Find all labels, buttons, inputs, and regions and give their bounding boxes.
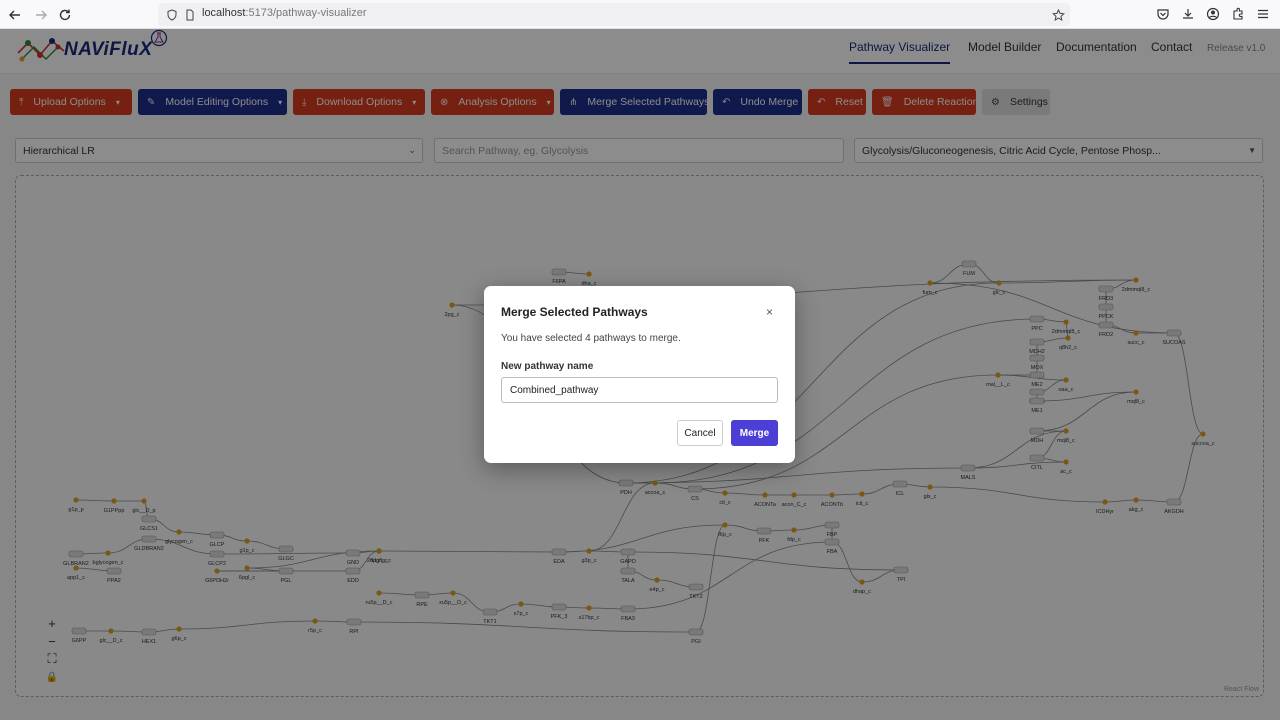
cancel-button[interactable]: Cancel (677, 420, 723, 446)
forward-icon[interactable] (30, 4, 52, 26)
dialog-title: Merge Selected Pathways (501, 305, 648, 319)
pocket-icon[interactable] (1154, 5, 1172, 23)
reload-icon[interactable] (54, 4, 76, 26)
page-icon[interactable] (182, 7, 198, 23)
url-text: localhost:5173/pathway-visualizer (202, 7, 367, 19)
pathway-name-label: New pathway name (501, 361, 594, 372)
browser-toolbar: localhost:5173/pathway-visualizer (0, 0, 1280, 29)
download-icon[interactable] (1179, 5, 1197, 23)
pathway-name-input[interactable] (501, 377, 778, 403)
dialog-description: You have selected 4 pathways to merge. (501, 333, 681, 344)
account-icon[interactable] (1204, 5, 1222, 23)
extensions-icon[interactable] (1229, 5, 1247, 23)
bookmark-star-icon[interactable] (1050, 7, 1066, 23)
close-icon[interactable]: × (766, 305, 773, 319)
back-icon[interactable] (4, 4, 26, 26)
shield-icon[interactable] (164, 7, 180, 23)
merge-button[interactable]: Merge (731, 420, 778, 446)
menu-icon[interactable] (1254, 5, 1272, 23)
url-bar[interactable]: localhost:5173/pathway-visualizer (158, 3, 1070, 26)
merge-dialog: Merge Selected Pathways × You have selec… (484, 286, 795, 463)
